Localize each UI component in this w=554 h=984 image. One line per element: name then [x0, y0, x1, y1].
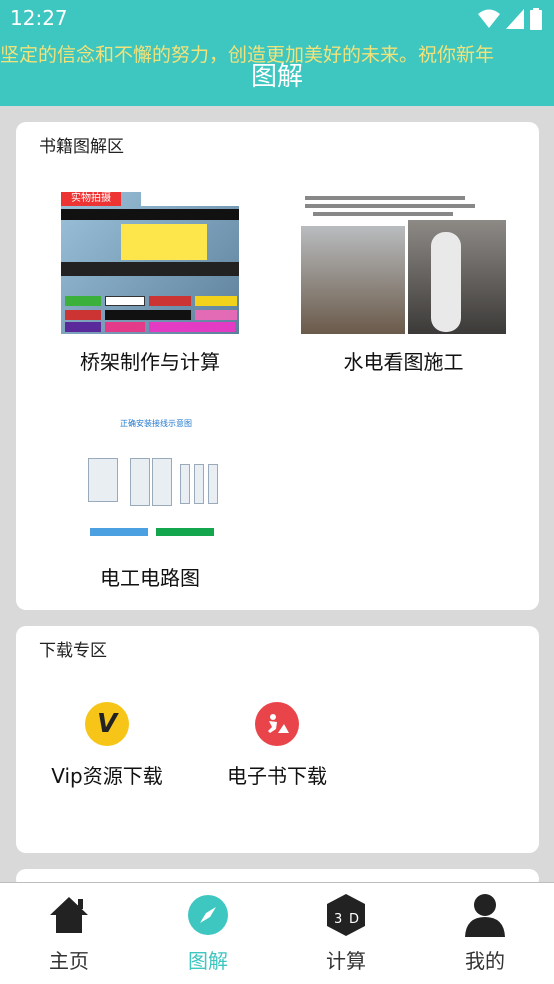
thumb-label: 正确安装接线示意图	[120, 419, 192, 428]
home-icon	[47, 893, 91, 937]
vip-download-button[interactable]: V Vip资源下载	[32, 702, 182, 789]
nav-item-diagram[interactable]: 图解	[158, 893, 258, 974]
book-item-circuit[interactable]: 正确安装接线示意图 电工电路图	[60, 408, 240, 591]
svg-text:3: 3	[334, 912, 342, 927]
book-thumbnail: 正确安装接线示意图	[80, 408, 220, 550]
book-label: 水电看图施工	[343, 350, 464, 374]
ebook-download-label: 电子书下载	[227, 764, 327, 788]
vip-icon: V	[85, 702, 129, 746]
signal-icon	[506, 9, 524, 29]
app-header: 12:27 坚定的信念和不懈的努力，创造更加美好的未来。祝你新年 图解	[0, 0, 554, 106]
thumb-label: 实物拍摄	[61, 192, 121, 206]
nav-label-home: 主页	[49, 949, 89, 973]
book-item-bridge[interactable]: 实物拍摄 桥架制作与计算	[60, 192, 240, 375]
nav-label-calculate: 计算	[326, 949, 366, 973]
wifi-icon	[478, 9, 500, 28]
books-card: 书籍图解区 实物拍摄 桥架制作与计算 水电看图施工 正确安装接线示意图 电工电路…	[16, 122, 539, 610]
user-icon	[463, 893, 507, 937]
nav-item-home[interactable]: 主页	[19, 893, 119, 974]
book-thumbnail: 实物拍摄	[61, 192, 239, 334]
vip-download-label: Vip资源下载	[51, 764, 163, 788]
ebook-download-button[interactable]: 电子书下载	[202, 702, 352, 789]
3d-cube-icon: 3 D	[324, 893, 368, 937]
books-section-title: 书籍图解区	[39, 137, 124, 157]
nav-item-calculate[interactable]: 3 D 计算	[296, 893, 396, 974]
bottom-nav: 主页 图解 3 D 计算 我的	[0, 882, 554, 984]
nav-label-diagram: 图解	[188, 949, 228, 973]
book-item-plumbing[interactable]: 水电看图施工	[301, 192, 506, 375]
downloads-card: 下载专区 V Vip资源下载 电子书下载	[16, 626, 539, 853]
downloads-section-title: 下载专区	[39, 641, 107, 661]
battery-icon	[530, 8, 542, 30]
status-icons	[478, 8, 542, 30]
compass-icon	[186, 893, 230, 937]
svg-text:D: D	[349, 912, 359, 927]
book-label: 桥架制作与计算	[80, 350, 220, 374]
nav-item-profile[interactable]: 我的	[435, 893, 535, 974]
nav-label-profile: 我的	[465, 949, 505, 973]
status-bar: 12:27	[0, 0, 554, 38]
book-thumbnail	[301, 192, 506, 334]
book-label: 电工电路图	[100, 566, 200, 590]
construction-worker-icon	[255, 702, 299, 746]
page-title: 图解	[250, 62, 303, 92]
status-time: 12:27	[10, 6, 68, 30]
